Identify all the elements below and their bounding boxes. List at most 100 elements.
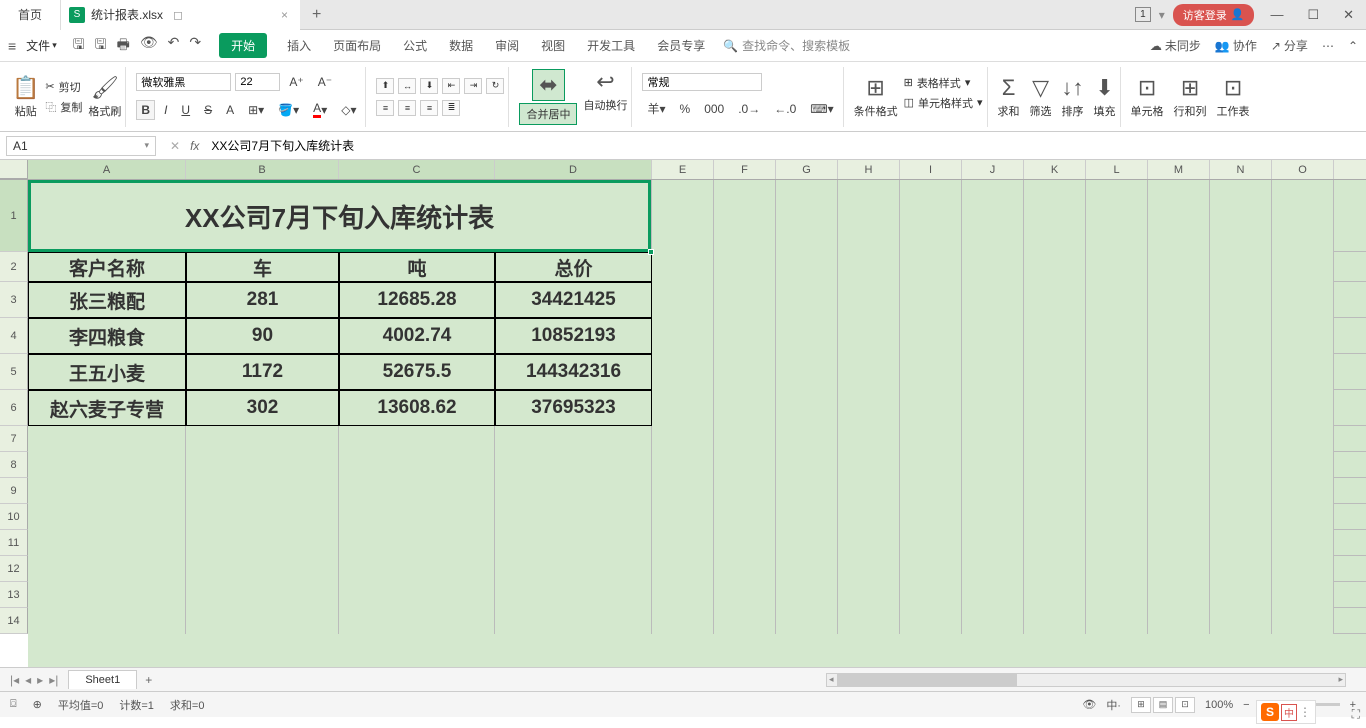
italic-button[interactable]: I (159, 100, 172, 120)
tab-add[interactable]: + (300, 1, 333, 29)
view-page-icon[interactable]: ▤ (1153, 697, 1173, 713)
minimize-icon[interactable]: — (1262, 3, 1291, 26)
fill-color-button[interactable]: 🪣▾ (273, 100, 304, 120)
data-cell[interactable]: 34421425 (495, 282, 652, 318)
data-cell[interactable]: 37695323 (495, 390, 652, 426)
data-cell[interactable]: 144342316 (495, 354, 652, 390)
badge-icon[interactable]: 1 (1135, 7, 1151, 22)
align-left-icon[interactable]: ≡ (376, 100, 394, 116)
login-button[interactable]: 访客登录 👤 (1173, 4, 1255, 26)
sheet-last-icon[interactable]: ▸| (49, 673, 58, 687)
data-cell[interactable]: 4002.74 (339, 318, 495, 354)
row-header[interactable]: 5 (0, 354, 28, 390)
align-top-icon[interactable]: ⬆ (376, 78, 394, 94)
formula-input[interactable] (209, 137, 1358, 155)
paste-button[interactable]: 📋 粘贴 (12, 75, 39, 119)
align-bottom-icon[interactable]: ⬇ (420, 78, 438, 94)
col-header[interactable]: M (1148, 160, 1210, 179)
save-as-icon[interactable]: 🖫 (95, 34, 107, 58)
header-cell[interactable]: 车 (186, 252, 339, 282)
horizontal-scrollbar[interactable]: ◂ ▸ (826, 673, 1346, 687)
expand-icon[interactable]: ⛶ (1352, 707, 1360, 722)
print-icon[interactable]: 🖶 (117, 34, 130, 58)
redo-icon[interactable]: ↷ (189, 34, 201, 58)
data-cell[interactable]: 12685.28 (339, 282, 495, 318)
row-header[interactable]: 9 (0, 478, 28, 504)
header-cell[interactable]: 客户名称 (28, 252, 186, 282)
more-icon[interactable]: ⋯ (1322, 39, 1334, 53)
row-header[interactable]: 4 (0, 318, 28, 354)
col-header[interactable]: B (186, 160, 339, 179)
tab-dev[interactable]: 开发工具 (585, 33, 637, 58)
format-type-icon[interactable]: ⌨▾ (805, 99, 838, 119)
popout-icon[interactable]: ◻ (169, 8, 187, 22)
zoom-out-icon[interactable]: − (1243, 699, 1249, 711)
sheet-add-button[interactable]: + (137, 670, 160, 690)
tab-close-icon[interactable]: × (277, 8, 292, 22)
percent-icon[interactable]: % (675, 99, 696, 119)
data-cell[interactable]: 52675.5 (339, 354, 495, 390)
header-cell[interactable]: 吨 (339, 252, 495, 282)
row-header[interactable]: 6 (0, 390, 28, 426)
undo-icon[interactable]: ↶ (168, 34, 180, 58)
align-center-icon[interactable]: ≡ (398, 100, 416, 116)
print-preview-icon[interactable]: 👁 (140, 34, 158, 58)
cond-format-button[interactable]: ⊞ 条件格式 (854, 75, 898, 119)
eye-icon[interactable]: 👁 (1082, 698, 1096, 711)
selection-handle[interactable] (648, 249, 654, 255)
select-all-corner[interactable] (0, 160, 28, 179)
data-cell[interactable]: 281 (186, 282, 339, 318)
row-header[interactable]: 10 (0, 504, 28, 530)
tab-home[interactable]: 首页 (0, 0, 60, 30)
collapse-ribbon-icon[interactable]: ⌃ (1348, 39, 1358, 53)
rowcol-button[interactable]: ⊞行和列 (1174, 75, 1207, 119)
save-icon[interactable]: 🖫 (73, 34, 85, 58)
number-format-select[interactable] (642, 73, 762, 91)
row-header[interactable]: 13 (0, 582, 28, 608)
row-header[interactable]: 2 (0, 252, 28, 282)
col-header[interactable]: J (962, 160, 1024, 179)
dropdown-icon[interactable]: ▾ (1159, 8, 1165, 22)
hamburger-icon[interactable]: ≡ (8, 38, 16, 54)
wrap-button[interactable]: ↩ 自动换行 (583, 69, 627, 125)
row-header[interactable]: 7 (0, 426, 28, 452)
size-select[interactable] (235, 73, 280, 91)
tab-member[interactable]: 会员专享 (655, 33, 707, 58)
increase-font-icon[interactable]: A⁺ (284, 72, 308, 92)
sort-button[interactable]: ↓↑排序 (1062, 75, 1084, 119)
col-header[interactable]: H (838, 160, 900, 179)
sheet-first-icon[interactable]: |◂ (10, 673, 19, 687)
clear-format-button[interactable]: ◇▾ (336, 100, 361, 120)
zh-icon[interactable]: 中· (1106, 697, 1121, 713)
indent-left-icon[interactable]: ⇤ (442, 78, 460, 94)
data-cell[interactable]: 王五小麦 (28, 354, 186, 390)
cancel-fx-icon[interactable]: ✕ (170, 139, 180, 153)
cr-icon[interactable]: ⌼ (10, 698, 17, 711)
decrease-font-icon[interactable]: A⁻ (313, 72, 337, 92)
align-right-icon[interactable]: ≡ (420, 100, 438, 116)
ime-badge[interactable]: S 中 ⋮ (1256, 700, 1316, 724)
filter-button[interactable]: ▽筛选 (1030, 75, 1052, 119)
sheet-next-icon[interactable]: ▸ (37, 673, 43, 687)
currency-icon[interactable]: 羊▾ (642, 97, 670, 120)
format-painter-button[interactable]: 🖌 格式刷 (88, 75, 121, 119)
zoom-value[interactable]: 100% (1205, 699, 1233, 711)
data-cell[interactable]: 赵六麦子专营 (28, 390, 186, 426)
name-box[interactable]: A1 ▾ (6, 136, 156, 156)
col-header[interactable]: F (714, 160, 776, 179)
tab-formula[interactable]: 公式 (401, 33, 429, 58)
unsync-button[interactable]: ☁ 未同步 (1150, 37, 1201, 54)
row-header[interactable]: 3 (0, 282, 28, 318)
tab-file[interactable]: S 统计报表.xlsx ◻ × (60, 0, 300, 30)
data-cell[interactable]: 90 (186, 318, 339, 354)
search-box[interactable]: 🔍 查找命令、搜索模板 (723, 37, 850, 54)
fx-icon[interactable]: fx (190, 139, 199, 153)
row-header[interactable]: 12 (0, 556, 28, 582)
col-header[interactable]: D (495, 160, 652, 179)
underline-button[interactable]: U (176, 100, 195, 120)
view-break-icon[interactable]: ⊡ (1175, 697, 1195, 713)
table-title[interactable]: XX公司7月下旬入库统计表 (28, 180, 651, 252)
align-justify-icon[interactable]: ≣ (442, 100, 460, 116)
file-menu[interactable]: 文件 ▾ (26, 37, 57, 54)
sheet-prev-icon[interactable]: ◂ (25, 673, 31, 687)
